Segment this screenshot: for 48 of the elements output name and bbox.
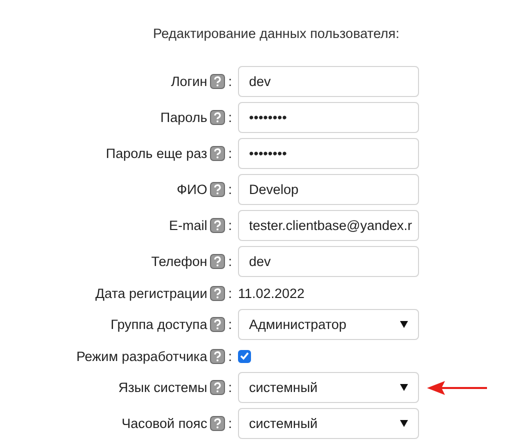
field-label: Часовой пояс [122, 416, 208, 431]
colon: : [228, 110, 232, 125]
form-title: Редактирование данных пользователя: [153, 26, 400, 43]
help-icon[interactable] [210, 254, 226, 269]
password-field[interactable]: •••••••• [238, 138, 419, 169]
caret-icon [400, 384, 408, 391]
field-label: Режим разработчика [76, 348, 208, 364]
colon: : [228, 146, 232, 161]
select-field[interactable]: системный [238, 372, 419, 403]
field-label: Пароль еще раз [106, 146, 208, 161]
field-label: E-mail [168, 218, 208, 233]
input-field[interactable]: tester.clientbase@yandex.r [238, 210, 419, 241]
help-icon[interactable] [210, 348, 226, 364]
caret-icon [400, 321, 408, 328]
colon: : [228, 348, 232, 364]
select-field[interactable]: Администратор [238, 309, 419, 340]
field-label: Дата регистрации [95, 286, 208, 300]
field-label: ФИО [176, 182, 208, 197]
field-label: Группа доступа [110, 317, 208, 332]
select-field[interactable]: системный [238, 408, 419, 439]
input-field[interactable]: dev [238, 246, 419, 277]
colon: : [228, 317, 232, 332]
help-icon[interactable] [210, 74, 226, 89]
colon: : [228, 218, 232, 233]
help-icon[interactable] [210, 110, 226, 125]
help-icon[interactable] [210, 380, 226, 395]
checkbox[interactable] [238, 350, 251, 362]
colon: : [228, 254, 232, 269]
colon: : [228, 380, 232, 395]
input-field[interactable]: Develop [238, 174, 419, 205]
colon: : [228, 74, 232, 89]
colon: : [228, 182, 232, 197]
help-icon[interactable] [210, 317, 226, 332]
field-value: 11.02.2022 [238, 286, 306, 300]
help-icon[interactable] [210, 416, 226, 431]
input-field[interactable]: dev [238, 66, 419, 97]
password-field[interactable]: •••••••• [238, 102, 419, 133]
help-icon[interactable] [210, 286, 226, 300]
colon: : [228, 416, 232, 431]
help-icon[interactable] [210, 218, 226, 233]
help-icon[interactable] [210, 182, 226, 197]
help-icon[interactable] [210, 146, 226, 161]
field-label: Телефон [151, 254, 208, 269]
field-label: Пароль [160, 110, 208, 125]
field-label: Язык системы [118, 380, 208, 395]
colon: : [228, 286, 232, 300]
field-label: Логин [170, 74, 208, 89]
caret-icon [400, 420, 408, 427]
